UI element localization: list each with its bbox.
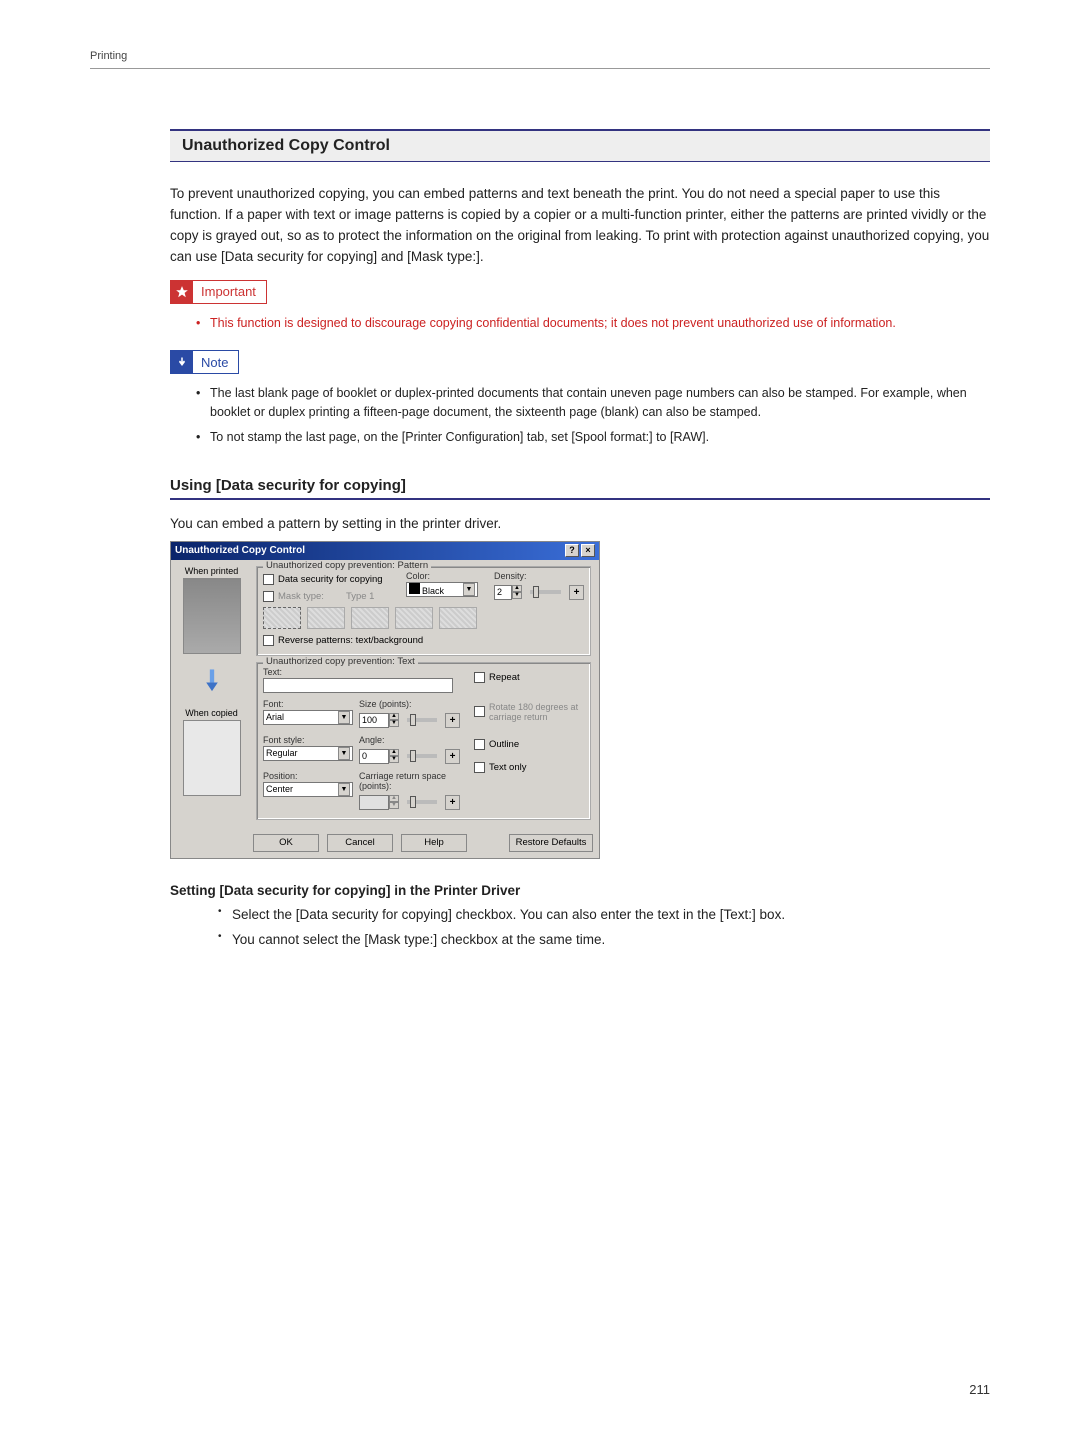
setting-item: You cannot select the [Mask type:] check…	[218, 929, 990, 951]
setting-item: Select the [Data security for copying] c…	[218, 904, 990, 926]
carriage-label: Carriage return space (points):	[359, 771, 460, 791]
dialog-button-bar: OK Cancel Help Restore Defaults	[171, 830, 599, 858]
plus-button[interactable]: +	[445, 795, 460, 810]
textonly-checkbox[interactable]	[474, 762, 485, 773]
pattern-swatch[interactable]	[439, 607, 477, 629]
note-callout: Note	[170, 350, 239, 374]
data-security-checkbox[interactable]	[263, 574, 274, 585]
repeat-label: Repeat	[489, 672, 520, 683]
textonly-label: Text only	[489, 762, 527, 773]
chevron-down-icon: ▼	[338, 783, 350, 796]
text-groupbox: Unauthorized copy prevention: Text Text:…	[256, 662, 591, 820]
reverse-label: Reverse patterns: text/background	[278, 635, 423, 646]
note-label: Note	[193, 355, 238, 370]
pattern-swatch[interactable]	[307, 607, 345, 629]
important-callout: Important	[170, 280, 267, 304]
subsection-intro: You can embed a pattern by setting in th…	[170, 516, 990, 531]
plus-button[interactable]: +	[445, 749, 460, 764]
repeat-checkbox[interactable]	[474, 672, 485, 683]
plus-button[interactable]: +	[445, 713, 460, 728]
ok-button[interactable]: OK	[253, 834, 319, 852]
note-item: The last blank page of booklet or duplex…	[196, 384, 990, 422]
plus-button[interactable]: +	[569, 585, 584, 600]
spin-up-icon[interactable]: ▲	[512, 585, 522, 592]
copy-control-dialog: Unauthorized Copy Control ? × When print…	[170, 541, 600, 859]
font-combo[interactable]: Arial▼	[263, 710, 353, 725]
subsection-heading: Using [Data security for copying]	[170, 477, 990, 500]
position-label: Position:	[263, 771, 353, 781]
pattern-groupbox: Unauthorized copy prevention: Pattern Da…	[256, 566, 591, 656]
chevron-down-icon: ▼	[463, 583, 475, 596]
preview-column: When printed When copied	[171, 560, 252, 830]
spin-down-icon[interactable]: ▼	[512, 592, 522, 599]
close-button[interactable]: ×	[581, 544, 595, 557]
arrow-down-icon	[175, 668, 248, 694]
text-group-title: Unauthorized copy prevention: Text	[263, 656, 418, 667]
mask-type-label: Mask type:	[278, 591, 324, 602]
mask-type-value: Type 1	[346, 591, 375, 602]
cancel-button[interactable]: Cancel	[327, 834, 393, 852]
help-button[interactable]: ?	[565, 544, 579, 557]
note-item: To not stamp the last page, on the [Prin…	[196, 428, 990, 447]
style-combo[interactable]: Regular▼	[263, 746, 353, 761]
density-label: Density:	[494, 571, 584, 581]
rotate-label: Rotate 180 degrees at carriage return	[489, 702, 584, 722]
pattern-swatch[interactable]	[263, 607, 301, 629]
help-button[interactable]: Help	[401, 834, 467, 852]
font-label: Font:	[263, 699, 353, 709]
chevron-down-icon: ▼	[338, 747, 350, 760]
intro-paragraph: To prevent unauthorized copying, you can…	[170, 184, 990, 268]
preview-copied-thumb	[183, 720, 241, 796]
note-list: The last blank page of booklet or duplex…	[170, 384, 990, 446]
header-section: Printing	[90, 50, 127, 62]
style-label: Font style:	[263, 735, 353, 745]
carriage-spinner: ▲▼	[359, 795, 399, 810]
size-label: Size (points):	[359, 699, 460, 709]
important-item: This function is designed to discourage …	[196, 314, 990, 333]
text-field-label: Text:	[263, 667, 282, 677]
density-spinner[interactable]: 2 ▲▼	[494, 585, 522, 600]
outline-label: Outline	[489, 739, 519, 750]
important-list: This function is designed to discourage …	[170, 314, 990, 333]
pattern-group-title: Unauthorized copy prevention: Pattern	[263, 560, 431, 571]
section-heading: Unauthorized Copy Control	[170, 129, 990, 162]
dialog-titlebar: Unauthorized Copy Control ? ×	[171, 542, 599, 560]
data-security-label: Data security for copying	[278, 574, 383, 585]
setting-list: Select the [Data security for copying] c…	[170, 904, 990, 951]
size-spinner[interactable]: 100▲▼	[359, 713, 399, 728]
arrow-down-icon	[171, 351, 193, 373]
when-printed-label: When printed	[185, 566, 239, 576]
reverse-checkbox[interactable]	[263, 635, 274, 646]
preview-printed-thumb	[183, 578, 241, 654]
pattern-swatches	[263, 607, 584, 629]
when-copied-label: When copied	[185, 708, 238, 718]
star-icon	[171, 281, 193, 303]
color-combo[interactable]: Black▼	[406, 582, 478, 597]
text-input[interactable]	[263, 678, 453, 693]
chevron-down-icon: ▼	[338, 711, 350, 724]
angle-label: Angle:	[359, 735, 460, 745]
page-header: Printing	[90, 50, 990, 69]
color-label: Color:	[406, 571, 484, 581]
rotate-checkbox[interactable]	[474, 706, 485, 717]
size-slider[interactable]	[407, 718, 437, 722]
position-combo[interactable]: Center▼	[263, 782, 353, 797]
dialog-title: Unauthorized Copy Control	[175, 545, 563, 556]
pattern-swatch[interactable]	[395, 607, 433, 629]
angle-slider[interactable]	[407, 754, 437, 758]
page-number: 211	[969, 1382, 990, 1397]
important-label: Important	[193, 284, 266, 299]
black-swatch-icon	[409, 583, 420, 594]
restore-defaults-button[interactable]: Restore Defaults	[509, 834, 593, 852]
outline-checkbox[interactable]	[474, 739, 485, 750]
carriage-slider	[407, 800, 437, 804]
setting-heading: Setting [Data security for copying] in t…	[170, 883, 990, 898]
angle-spinner[interactable]: 0▲▼	[359, 749, 399, 764]
pattern-swatch[interactable]	[351, 607, 389, 629]
density-slider[interactable]	[530, 590, 561, 594]
mask-type-checkbox[interactable]	[263, 591, 274, 602]
